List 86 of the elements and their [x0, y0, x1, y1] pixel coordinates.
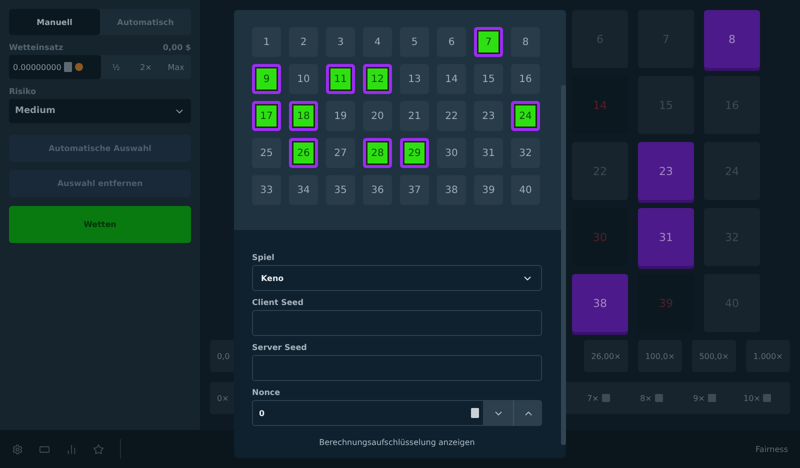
number-tile[interactable]: 28 [363, 138, 392, 168]
number-tile[interactable]: 2 [289, 27, 318, 57]
number-tile[interactable]: 18 [289, 101, 318, 131]
payout-multiplier: 500,0× [692, 340, 736, 372]
number-tile[interactable]: 5 [400, 27, 429, 57]
number-tile[interactable]: 16 [511, 64, 540, 94]
hit-count: 10× [744, 394, 760, 402]
calculation-link[interactable]: Berechnungsaufschlüsselung anzeigen [319, 438, 475, 447]
risk-select[interactable]: Medium [9, 99, 191, 123]
number-tile[interactable]: 24 [511, 101, 540, 131]
amount-text: 0,00 $ [162, 43, 191, 52]
number-tile[interactable]: 27 [326, 138, 355, 168]
game-select[interactable]: Keno [252, 265, 542, 291]
number-tile[interactable]: 29 [400, 138, 429, 168]
hit-count: 9× [693, 394, 705, 402]
number-tile[interactable]: 26 [289, 138, 318, 168]
spinner-icon [64, 62, 72, 72]
board-tile[interactable]: 38 [572, 274, 628, 332]
number-tile[interactable]: 37 [400, 175, 429, 205]
increment-button[interactable] [513, 400, 542, 426]
number-tile[interactable]: 35 [326, 175, 355, 205]
number-tile[interactable]: 10 [289, 64, 318, 94]
field-label: Nonce [252, 388, 282, 397]
number-tile[interactable]: 12 [363, 64, 392, 94]
number-tile[interactable]: 15 [474, 64, 503, 94]
board-tile[interactable]: 23 [638, 142, 694, 200]
number-tile[interactable]: 1 [252, 27, 281, 57]
settings-icon[interactable] [12, 444, 23, 454]
gem-icon [763, 394, 772, 402]
client-seed-field[interactable] [252, 310, 542, 336]
bet-modifier-button[interactable]: ½ [101, 55, 131, 79]
number-tile[interactable]: 23 [474, 101, 503, 131]
number-tile[interactable]: 20 [363, 101, 392, 131]
spinner-icon [471, 408, 479, 418]
bet-amount-field[interactable]: 0.00000000 [9, 55, 101, 79]
payout-multiplier: 100,0× [638, 340, 682, 372]
gem-icon [602, 394, 610, 402]
number-tile[interactable]: 31 [474, 138, 503, 168]
scrollbar[interactable] [561, 85, 566, 445]
number-tile[interactable]: 25 [252, 138, 281, 168]
number-tile[interactable]: 21 [400, 101, 429, 131]
bet-modifier-button[interactable]: Max [161, 55, 191, 79]
number-tile[interactable]: 30 [437, 138, 466, 168]
number-tile[interactable]: 39 [474, 175, 503, 205]
number-tile[interactable]: 11 [326, 64, 355, 94]
payout-multiplier: 1.000× [746, 340, 790, 372]
mode-tab[interactable]: Manuell [9, 9, 100, 35]
number-tile[interactable]: 19 [326, 101, 355, 131]
payout-multiplier: 26,00× [584, 340, 628, 372]
chart-icon[interactable] [66, 444, 77, 454]
number-tile[interactable]: 33 [252, 175, 281, 205]
field-label: Wetteinsatz [9, 43, 64, 52]
number-tile[interactable]: 14 [437, 64, 466, 94]
board-tile[interactable]: 31 [638, 208, 694, 266]
star-icon[interactable] [93, 444, 104, 454]
number-tile[interactable]: 7 [474, 27, 503, 57]
board-tile[interactable]: 8 [704, 10, 760, 68]
field-label: Spiel [252, 253, 276, 262]
number-tile[interactable]: 9 [252, 64, 281, 94]
field-label: Client Seed [252, 298, 304, 307]
decrement-button[interactable] [484, 400, 513, 426]
hit-count: 8× [640, 394, 652, 402]
bet-button[interactable]: Wetten [9, 206, 191, 243]
number-tile[interactable]: 17 [252, 101, 281, 131]
number-tile[interactable]: 22 [437, 101, 466, 131]
number-tile[interactable]: 4 [363, 27, 392, 57]
rectangle-icon[interactable] [39, 444, 50, 454]
number-tile[interactable]: 40 [511, 175, 540, 205]
gem-icon [708, 394, 716, 402]
number-tile[interactable]: 36 [363, 175, 392, 205]
nonce-field[interactable]: 0 [252, 400, 484, 426]
number-tile[interactable]: 13 [400, 64, 429, 94]
number-tile[interactable]: 38 [437, 175, 466, 205]
hit-count: 0× [217, 394, 229, 402]
number-tile[interactable]: 32 [511, 138, 540, 168]
field-label: Risiko [9, 87, 36, 96]
server-seed-field[interactable] [252, 355, 542, 381]
number-tile[interactable]: 8 [511, 27, 540, 57]
number-tile[interactable]: 6 [437, 27, 466, 57]
gem-icon [654, 394, 663, 402]
bet-modifier-button[interactable]: 2× [131, 55, 161, 79]
fairness-link[interactable]: Fairness [756, 444, 788, 454]
number-tile[interactable]: 34 [289, 175, 318, 205]
hit-count: 7× [587, 394, 599, 402]
coin-icon [75, 63, 84, 71]
number-tile[interactable]: 3 [326, 27, 355, 57]
